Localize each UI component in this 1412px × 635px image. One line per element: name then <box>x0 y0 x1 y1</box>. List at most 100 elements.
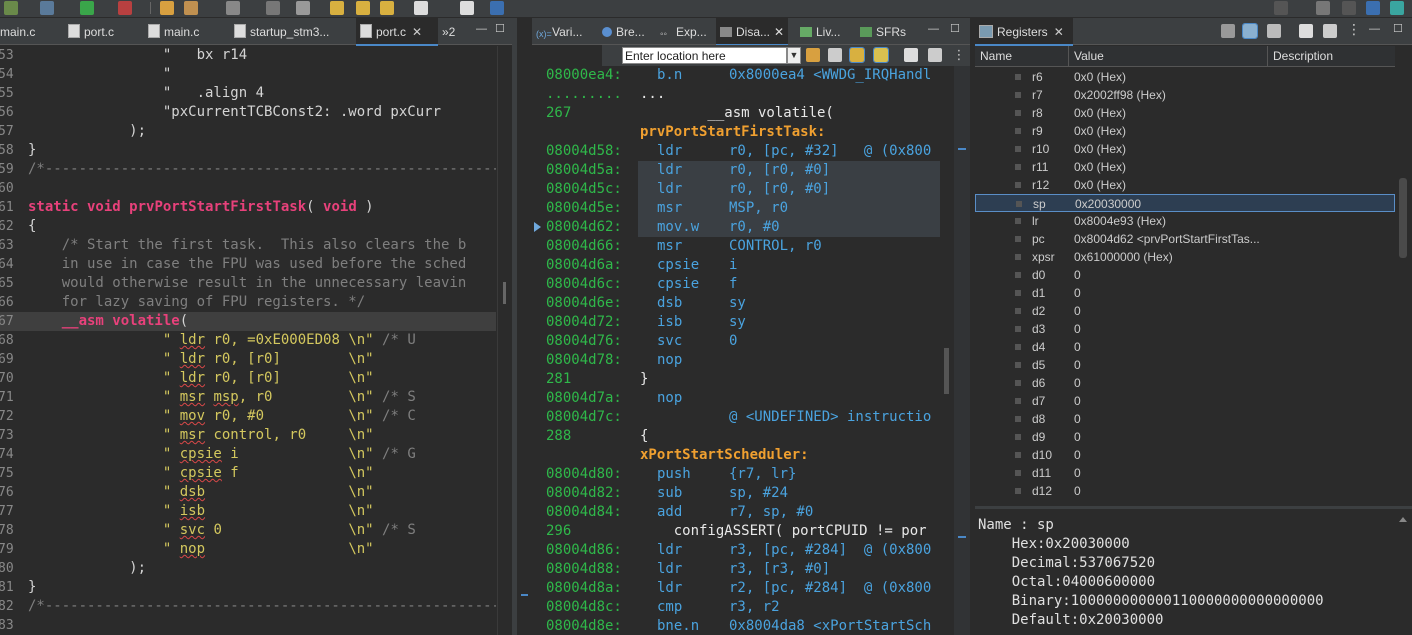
debug-icon[interactable] <box>4 1 18 15</box>
tab-port-c[interactable]: port.c <box>68 18 138 44</box>
column-name[interactable]: Name <box>975 46 1069 66</box>
register-row[interactable]: d0 0 <box>975 266 1395 284</box>
detail-scrollbar[interactable] <box>1395 509 1412 635</box>
pin-icon[interactable] <box>928 48 942 62</box>
tab-main-c[interactable]: main.c <box>0 18 62 44</box>
register-row[interactable]: r7 0x2002ff98 (Hex) <box>975 86 1395 104</box>
register-row[interactable]: d11 0 <box>975 464 1395 482</box>
close-icon[interactable]: ✕ <box>1054 25 1064 39</box>
padding <box>222 522 348 538</box>
tab-disassembly[interactable]: Disa... ✕ <box>716 18 789 46</box>
maximize-icon[interactable]: ☐ <box>1393 24 1403 35</box>
tab-registers[interactable]: Registers ✕ <box>975 18 1073 46</box>
link-with-source-icon[interactable] <box>849 47 865 63</box>
tab-port-c-active[interactable]: port.c ✕ <box>356 18 438 46</box>
close-icon[interactable]: ✕ <box>412 25 422 39</box>
location-input[interactable]: Enter location here <box>622 47 787 64</box>
disassembly-listing[interactable]: 08000ea4: b.n 0x8000ea4 <WWDG_IRQHandl....… <box>532 66 940 635</box>
tab-sfrs[interactable]: SFRs <box>860 18 906 44</box>
register-row[interactable]: d4 0 <box>975 338 1395 356</box>
view-menu-icon[interactable]: ⋮ <box>952 48 966 62</box>
register-row[interactable]: d10 0 <box>975 446 1395 464</box>
register-row[interactable]: r8 0x0 (Hex) <box>975 104 1395 122</box>
code-editor[interactable]: 53 " bx r14 54 " 55 " .align 4 56 "pxCurren… <box>0 46 496 635</box>
register-row[interactable]: r11 0x0 (Hex) <box>975 158 1395 176</box>
perspective-icon[interactable] <box>1316 1 1330 15</box>
open-folder-icon[interactable] <box>160 1 174 15</box>
navigate-icon[interactable] <box>296 1 310 15</box>
register-row[interactable]: r10 0x0 (Hex) <box>975 140 1395 158</box>
close-icon[interactable]: ✕ <box>774 25 784 39</box>
info-icon[interactable] <box>490 1 504 15</box>
tab-overflow[interactable]: »2 <box>442 18 462 44</box>
tab-variables[interactable]: (x)=Vari... <box>536 18 582 44</box>
editor-scrollbar[interactable] <box>497 46 513 635</box>
disasm-scrollbar[interactable] <box>940 66 954 635</box>
collapse-icon[interactable] <box>1267 24 1281 38</box>
layout-icon[interactable] <box>1242 23 1258 39</box>
maximize-icon[interactable]: ☐ <box>495 24 505 35</box>
disasm-line: 08004d58: ldr r0, [pc, #32] @ (0x800 <box>532 142 940 161</box>
register-row[interactable]: r12 0x0 (Hex) <box>975 176 1395 194</box>
new-view-icon[interactable] <box>904 48 918 62</box>
line-number: 65 <box>0 276 14 291</box>
register-row[interactable]: sp 0x20030000 <box>975 194 1395 212</box>
register-row[interactable]: xpsr 0x61000000 (Hex) <box>975 248 1395 266</box>
window-icon[interactable] <box>460 1 474 15</box>
maximize-icon[interactable]: ☐ <box>950 24 960 35</box>
tab-breakpoints[interactable]: Bre... <box>602 18 645 44</box>
new-view-icon[interactable] <box>1299 24 1313 38</box>
minimize-icon[interactable]: — <box>928 24 939 35</box>
scroll-thumb[interactable] <box>503 282 506 304</box>
minimize-icon[interactable]: — <box>476 24 487 35</box>
register-row[interactable]: r6 0x0 (Hex) <box>975 68 1395 86</box>
cubemx-icon[interactable] <box>1366 1 1380 15</box>
register-row[interactable]: d1 0 <box>975 284 1395 302</box>
register-row[interactable]: pc 0x8004d62 <prvPortStartFirstTas... <box>975 230 1395 248</box>
minimize-icon[interactable]: — <box>1369 24 1380 35</box>
register-row[interactable]: d7 0 <box>975 392 1395 410</box>
tab-startup[interactable]: startup_stm3... <box>234 18 350 44</box>
refresh-icon[interactable] <box>806 48 820 62</box>
register-row[interactable]: d5 0 <box>975 356 1395 374</box>
column-value[interactable]: Value <box>1069 46 1268 66</box>
save-icon[interactable] <box>266 1 280 15</box>
registers-action-icon[interactable] <box>1221 24 1235 38</box>
register-name: d5 <box>1032 358 1046 372</box>
run-icon[interactable] <box>80 1 94 15</box>
forward-icon[interactable] <box>414 1 428 15</box>
tab-main-c-2[interactable]: main.c <box>148 18 224 44</box>
show-source-icon[interactable] <box>873 47 889 63</box>
stop-icon[interactable] <box>118 1 132 15</box>
register-row[interactable]: d3 0 <box>975 320 1395 338</box>
scroll-thumb[interactable] <box>1399 178 1407 258</box>
pin-icon[interactable] <box>1323 24 1337 38</box>
register-name: r7 <box>1032 88 1043 102</box>
column-description[interactable]: Description <box>1268 46 1395 66</box>
register-row[interactable]: d12 0 <box>975 482 1395 500</box>
tab-live-expressions[interactable]: Liv... <box>800 18 840 44</box>
edit-icon[interactable] <box>184 1 198 15</box>
build-icon[interactable] <box>40 1 54 15</box>
pen-icon[interactable] <box>226 1 240 15</box>
register-row[interactable]: d9 0 <box>975 428 1395 446</box>
register-row[interactable]: d2 0 <box>975 302 1395 320</box>
prev-annotation-icon[interactable] <box>330 1 344 15</box>
registers-scrollbar[interactable] <box>1395 46 1412 506</box>
scroll-thumb[interactable] <box>944 348 949 394</box>
back-icon[interactable] <box>380 1 394 15</box>
scroll-up-icon[interactable] <box>1399 517 1407 522</box>
asm-operands: 0 <box>205 522 222 538</box>
chevron-down-icon[interactable]: ▼ <box>787 47 801 64</box>
search-icon[interactable] <box>1274 1 1288 15</box>
next-annotation-icon[interactable] <box>356 1 370 15</box>
register-row[interactable]: d6 0 <box>975 374 1395 392</box>
view-menu-icon[interactable]: ⋮ <box>1347 22 1361 36</box>
register-row[interactable]: d8 0 <box>975 410 1395 428</box>
home-icon[interactable] <box>828 48 842 62</box>
register-row[interactable]: lr 0x8004e93 (Hex) <box>975 212 1395 230</box>
debug-perspective-icon[interactable] <box>1390 1 1404 15</box>
perspective-icon-2[interactable] <box>1342 1 1356 15</box>
tab-expressions[interactable]: ◦◦ Exp... <box>660 18 707 44</box>
register-row[interactable]: r9 0x0 (Hex) <box>975 122 1395 140</box>
